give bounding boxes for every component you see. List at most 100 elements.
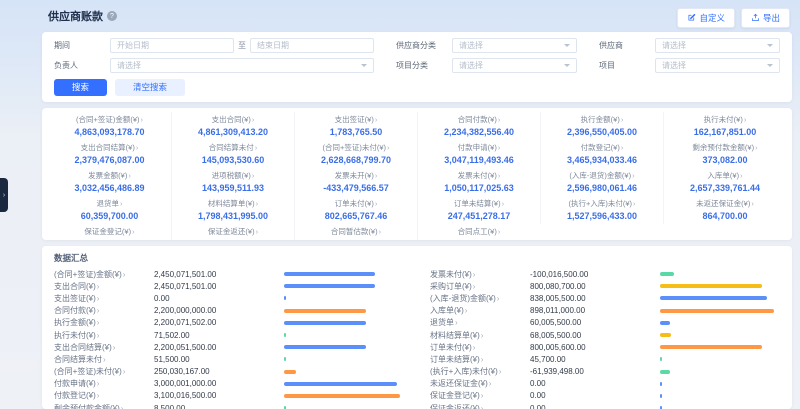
metric-value: 990,000.00 (50, 238, 169, 240)
summary-row-label[interactable]: 订单未付(¥)› (430, 342, 530, 353)
metric-cell[interactable]: 支出签证(¥)›1,783,765.50 (294, 112, 417, 140)
summary-row-bar (660, 296, 780, 300)
metric-cell[interactable]: 发票金额(¥)›3,032,456,486.89 (48, 168, 171, 196)
supplier-placeholder: 请选择 (662, 40, 686, 51)
metric-label: 发票未开(¥)› (297, 171, 415, 181)
metric-cell[interactable]: (合同+签证)未付(¥)›2,628,668,799.70 (294, 140, 417, 168)
metric-label: 发票金额(¥)› (50, 171, 169, 181)
summary-row-label[interactable]: 执行金额(¥)› (54, 317, 154, 328)
summary-row-label[interactable]: 入库单(¥)› (430, 305, 530, 316)
summary-row-bar (284, 394, 404, 398)
metric-label: 合同暂估款(¥)› (297, 227, 415, 237)
summary-row-label[interactable]: (执行+入库)未付(¥)› (430, 366, 530, 377)
summary-row-label[interactable]: 合同付款(¥)› (54, 305, 154, 316)
start-date-input[interactable] (110, 38, 234, 53)
chevron-right-icon: › (498, 143, 501, 152)
metric-cell[interactable]: 支出合同结算(¥)›2,379,476,087.00 (48, 140, 171, 168)
metric-cell[interactable]: 订单未结算(¥)›247,451,278.17 (417, 196, 540, 224)
metric-cell[interactable]: 执行金额(¥)›2,396,550,405.00 (540, 112, 663, 140)
metric-label: 合同结算未付› (174, 143, 292, 153)
summary-row-bar (284, 333, 404, 337)
summary-row-label[interactable]: 合同结算未付› (54, 354, 154, 365)
metric-cell[interactable]: 合同结算未付›145,093,530.60 (171, 140, 294, 168)
summary-row-label[interactable]: 支出签证(¥)› (54, 293, 154, 304)
project-category-select[interactable]: 请选择 (452, 58, 577, 73)
metric-cell[interactable]: 付款申请(¥)›3,047,119,493.46 (417, 140, 540, 168)
supplier-select[interactable]: 请选择 (655, 38, 780, 53)
end-date-input[interactable] (250, 38, 374, 53)
summary-row-label[interactable]: 执行未付(¥)› (54, 330, 154, 341)
summary-row-label[interactable]: 保证金登记(¥)› (430, 390, 530, 401)
summary-row-label[interactable]: 退货单› (430, 317, 530, 328)
metric-cell[interactable]: 材料结算单(¥)›1,798,431,995.00 (171, 196, 294, 224)
project-select[interactable]: 请选择 (655, 58, 780, 73)
summary-row-label[interactable]: 支出合同结算(¥)› (54, 342, 154, 353)
metric-cell[interactable]: 支出合同(¥)›4,861,309,413.20 (171, 112, 294, 140)
clear-search-button[interactable]: 清空搜索 (115, 79, 185, 96)
chevron-right-icon: › (252, 115, 255, 124)
metric-cell[interactable]: 合同暂估款(¥)›41,836.00 (294, 224, 417, 240)
summary-row-label[interactable]: 剩余预付款金额(¥)› (54, 403, 154, 409)
chevron-right-icon: › (256, 227, 259, 236)
customize-button[interactable]: 自定义 (677, 8, 735, 28)
summary-row-label[interactable]: 材料结算单(¥)› (430, 330, 530, 341)
metric-cell[interactable]: 订单未付(¥)›802,665,767.46 (294, 196, 417, 224)
metric-cell[interactable]: 发票未开(¥)›-433,479,566.57 (294, 168, 417, 196)
metric-cell[interactable]: 进项税额(¥)›143,959,511.93 (171, 168, 294, 196)
summary-row-value: 8,500.00 (154, 404, 284, 409)
owner-select[interactable]: 请选择 (110, 58, 374, 73)
summary-row-label[interactable]: 发票未付(¥)› (430, 269, 530, 280)
summary-row-label[interactable]: (合同+签证)金额(¥)› (54, 269, 154, 280)
summary-row-label[interactable]: 支出合同(¥)› (54, 281, 154, 292)
summary-row: 订单未付(¥)›800,005,600.00 (430, 341, 780, 353)
chevron-right-icon: › (375, 115, 378, 124)
metric-label: 保证金登记(¥)› (50, 227, 169, 237)
metric-label: 合同付款(¥)› (420, 115, 538, 125)
help-icon[interactable]: ? (107, 11, 117, 21)
metric-cell[interactable]: 剩余预付款金额(¥)›373,082.00 (663, 140, 786, 168)
metric-cell[interactable]: 付款登记(¥)›3,465,934,033.46 (540, 140, 663, 168)
summary-row-bar (284, 321, 404, 325)
metric-cell[interactable]: 发票未付(¥)›1,050,117,025.63 (417, 168, 540, 196)
metric-value: 143,959,511.93 (174, 182, 292, 194)
metric-label: 执行金额(¥)› (543, 115, 661, 125)
metric-value: 864,700.00 (666, 210, 784, 222)
metric-cell[interactable]: 执行未付(¥)›162,167,851.00 (663, 112, 786, 140)
supplier-category-select[interactable]: 请选择 (452, 38, 577, 53)
summary-row-label[interactable]: 保证金返还(¥)› (430, 403, 530, 409)
filter-supplier-category-label: 供应商分类 (396, 40, 446, 51)
summary-row-bar (660, 357, 780, 361)
metric-cell[interactable]: 保证金返还(¥)›125,300.00 (171, 224, 294, 240)
summary-row-label[interactable]: (入库-退货)金额(¥)› (430, 293, 530, 304)
summary-row-label[interactable]: 未返还保证金(¥)› (430, 378, 530, 389)
chevron-right-icon: › (744, 115, 747, 124)
chevron-right-icon: › (621, 115, 624, 124)
metric-cell[interactable]: (合同+签证)金额(¥)›4,863,093,178.70 (48, 112, 171, 140)
summary-row-label[interactable]: (合同+签证)未付(¥)› (54, 366, 154, 377)
filter-period-label: 期间 (54, 40, 104, 51)
summary-row-label[interactable]: 采购订单(¥)› (430, 281, 530, 292)
metric-cell[interactable]: 退货单›60,359,700.00 (48, 196, 171, 224)
metric-cell[interactable]: 合同点工(¥)›44,800.00 (417, 224, 540, 240)
metric-cell[interactable]: (执行+入库)未付(¥)›1,527,596,433.00 (540, 196, 663, 224)
summary-row-value: 2,450,071,501.00 (154, 282, 284, 291)
summary-row: 支出合同(¥)›2,450,071,501.00 (54, 280, 404, 292)
sidebar-collapse-handle[interactable]: › (0, 178, 8, 212)
metric-cell[interactable]: 保证金登记(¥)›990,000.00 (48, 224, 171, 240)
summary-row-label[interactable]: 付款登记(¥)› (54, 390, 154, 401)
summary-row-bar (660, 394, 780, 398)
chevron-down-icon (564, 64, 570, 67)
title-row: 供应商账款 ? (48, 8, 117, 24)
summary-row-label[interactable]: 订单未结算(¥)› (430, 354, 530, 365)
metric-cell[interactable]: 入库单(¥)›2,657,339,761.44 (663, 168, 786, 196)
metric-label: 进项税额(¥)› (174, 171, 292, 181)
summary-row: (入库-退货)金额(¥)›838,005,500.00 (430, 292, 780, 304)
chevron-right-icon: › (621, 143, 624, 152)
metric-cell[interactable]: 合同付款(¥)›2,234,382,556.40 (417, 112, 540, 140)
metric-cell[interactable]: 未返还保证金(¥)›864,700.00 (663, 196, 786, 224)
metric-cell[interactable]: (入库-退货)金额(¥)›2,596,980,061.46 (540, 168, 663, 196)
search-button[interactable]: 搜索 (54, 79, 107, 96)
summary-row-label[interactable]: 付款申请(¥)› (54, 378, 154, 389)
summary-row-value: 68,005,500.00 (530, 331, 660, 340)
export-button[interactable]: 导出 (741, 8, 790, 28)
